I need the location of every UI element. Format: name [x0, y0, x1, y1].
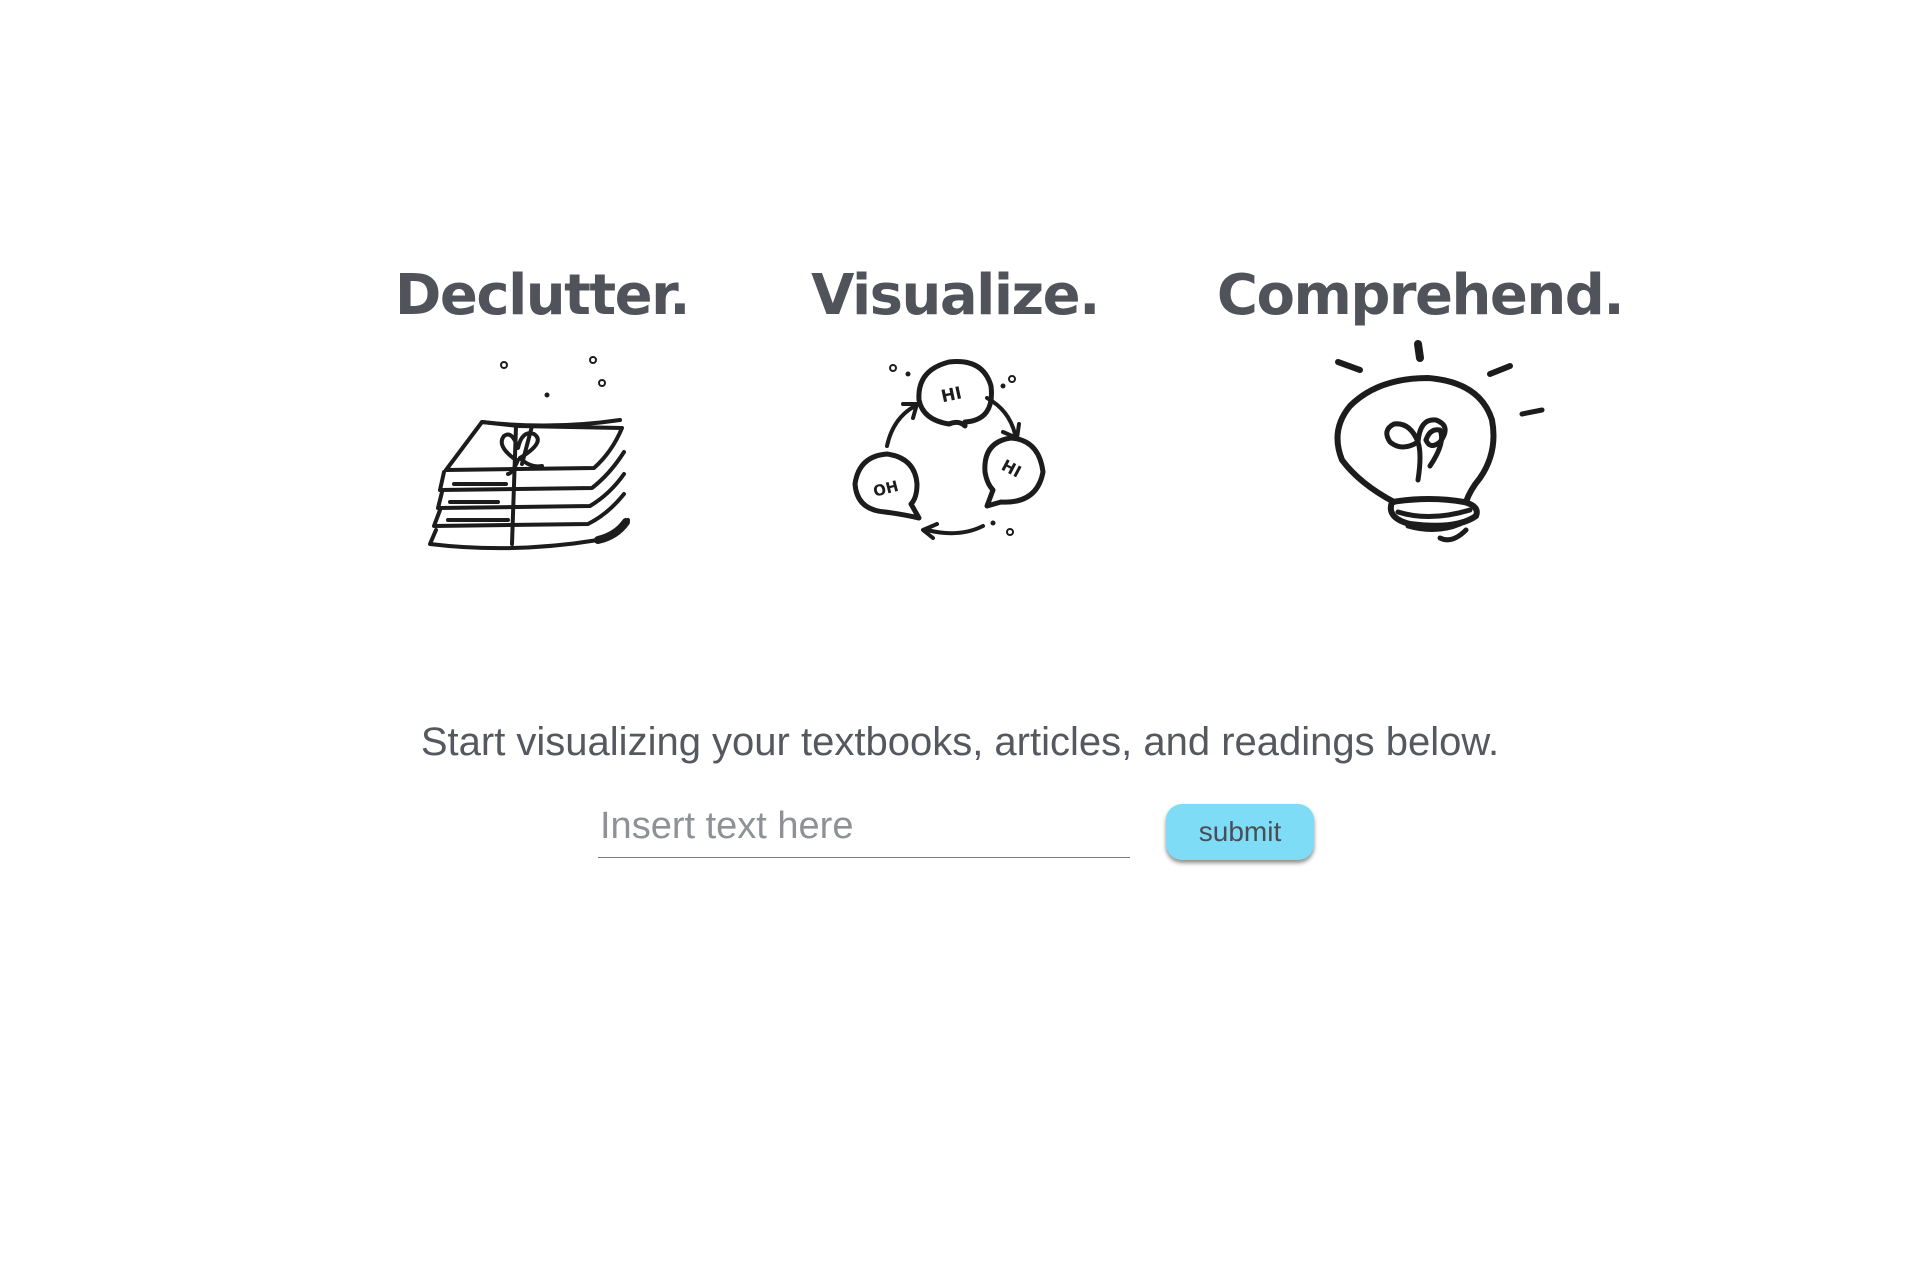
feature-title-comprehend: Comprehend.: [1216, 263, 1625, 328]
submit-button[interactable]: submit: [1166, 804, 1314, 860]
feature-declutter: Declutter.: [312, 258, 772, 564]
tagline: Start visualizing your textbooks, articl…: [420, 720, 1500, 764]
feature-title-visualize: Visualize.: [811, 263, 1100, 328]
bubble-text-right: HI: [998, 456, 1024, 482]
bubble-text-left: OH: [871, 477, 900, 501]
feature-title-declutter: Declutter.: [394, 263, 691, 328]
feature-visualize: Visualize. HI HI OH: [725, 258, 1185, 564]
feature-comprehend: Comprehend.: [1190, 258, 1650, 564]
lightbulb-icon: [1334, 340, 1545, 543]
bubble-text-top: HI: [939, 383, 963, 407]
chat-cycle-icon: HI HI OH: [852, 359, 1046, 540]
paper-stack-icon: [428, 356, 630, 551]
text-input[interactable]: [598, 796, 1130, 858]
